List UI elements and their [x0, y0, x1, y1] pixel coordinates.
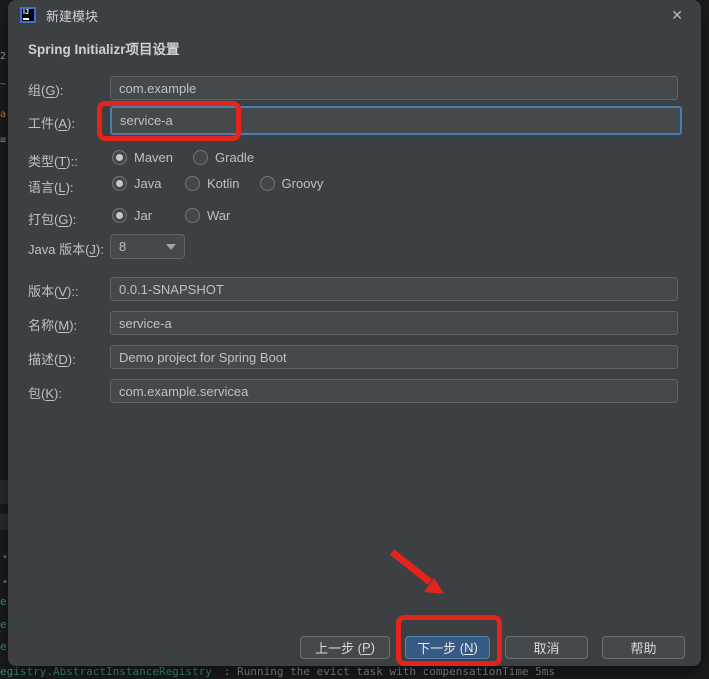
- close-icon[interactable]: ✕: [665, 7, 689, 24]
- radio-button-icon: [185, 176, 200, 191]
- cancel-button[interactable]: 取消: [505, 636, 588, 659]
- version-input[interactable]: [110, 277, 678, 301]
- radio-button-icon: [112, 208, 127, 223]
- intellij-logo-icon: IJ: [20, 7, 36, 23]
- annotation-arrow: [389, 549, 444, 594]
- version-label: 版本(V)::: [28, 284, 79, 299]
- code-fragment: a: [0, 109, 7, 120]
- radio-button-icon: [112, 150, 127, 165]
- log-message: : Running the evict task with compensati…: [223, 665, 556, 678]
- packaging-label: 打包(G):: [28, 212, 77, 227]
- intellij-logo-underline: [23, 18, 29, 20]
- type-label: 类型(T)::: [28, 154, 78, 169]
- radio-maven[interactable]: Maven: [112, 150, 173, 165]
- group-input[interactable]: [110, 76, 678, 100]
- code-fragment: e: [0, 640, 7, 653]
- radio-kotlin[interactable]: Kotlin: [185, 176, 240, 191]
- radio-label: Kotlin: [207, 176, 240, 191]
- help-button[interactable]: 帮助: [602, 636, 685, 659]
- java-version-dropdown[interactable]: 8: [110, 234, 185, 259]
- chevron-down-icon: [166, 243, 176, 250]
- dialog-title: 新建模块: [46, 8, 99, 24]
- radio-java[interactable]: Java: [112, 176, 165, 191]
- radio-button-icon: [259, 176, 275, 191]
- code-fragment: e: [0, 595, 7, 608]
- radio-label: Gradle: [215, 150, 255, 165]
- log-logger-name: egistry.AbstractInstanceRegistry: [0, 665, 212, 678]
- language-label: 语言(L):: [28, 180, 74, 195]
- type-radio-group: Maven Gradle: [112, 150, 274, 165]
- description-input[interactable]: [110, 345, 678, 369]
- description-label: 描述(D):: [28, 352, 76, 367]
- package-label: 包(K):: [28, 386, 62, 401]
- console-log-line: egistry.AbstractInstanceRegistry : Runnin…: [0, 665, 709, 678]
- java-version-label: Java 版本(J):: [28, 242, 104, 257]
- radio-label: Jar: [134, 208, 153, 223]
- name-input[interactable]: [110, 311, 678, 335]
- radio-label: War: [207, 208, 231, 223]
- radio-jar[interactable]: Jar: [112, 208, 165, 223]
- section-header: Spring Initializr项目设置: [28, 42, 180, 57]
- java-version-value: 8: [119, 239, 127, 254]
- language-radio-group: Java Kotlin Groovy: [112, 176, 343, 191]
- dialog-titlebar: IJ 新建模块 ✕: [8, 0, 701, 30]
- radio-war[interactable]: War: [185, 208, 230, 223]
- radio-label: Java: [134, 176, 162, 191]
- name-label: 名称(M):: [28, 318, 78, 333]
- radio-button-icon: [193, 150, 209, 165]
- radio-gradle[interactable]: Gradle: [193, 150, 254, 165]
- packaging-radio-group: Jar War: [112, 208, 250, 223]
- radio-label: Groovy: [281, 176, 324, 191]
- previous-step-button[interactable]: 上一步 (P): [300, 636, 390, 659]
- next-step-button[interactable]: 下一步 (N): [405, 636, 490, 659]
- code-fragment: e: [0, 618, 7, 631]
- radio-button-icon: [185, 208, 200, 223]
- radio-button-icon: [112, 176, 127, 191]
- code-fragment: 2: [0, 51, 7, 62]
- code-fragment: ≡: [0, 135, 7, 146]
- new-module-dialog: IJ 新建模块 ✕ Spring Initializr项目设置 组(G): 工件…: [8, 0, 701, 666]
- intellij-logo-text: IJ: [23, 9, 29, 16]
- group-label: 组(G):: [28, 83, 64, 98]
- artifact-input[interactable]: [110, 106, 682, 135]
- code-fragment: ~: [0, 79, 7, 90]
- radio-groovy[interactable]: Groovy: [259, 176, 324, 191]
- radio-label: Maven: [134, 150, 174, 165]
- artifact-label: 工件(A):: [28, 116, 75, 131]
- package-input[interactable]: [110, 379, 678, 403]
